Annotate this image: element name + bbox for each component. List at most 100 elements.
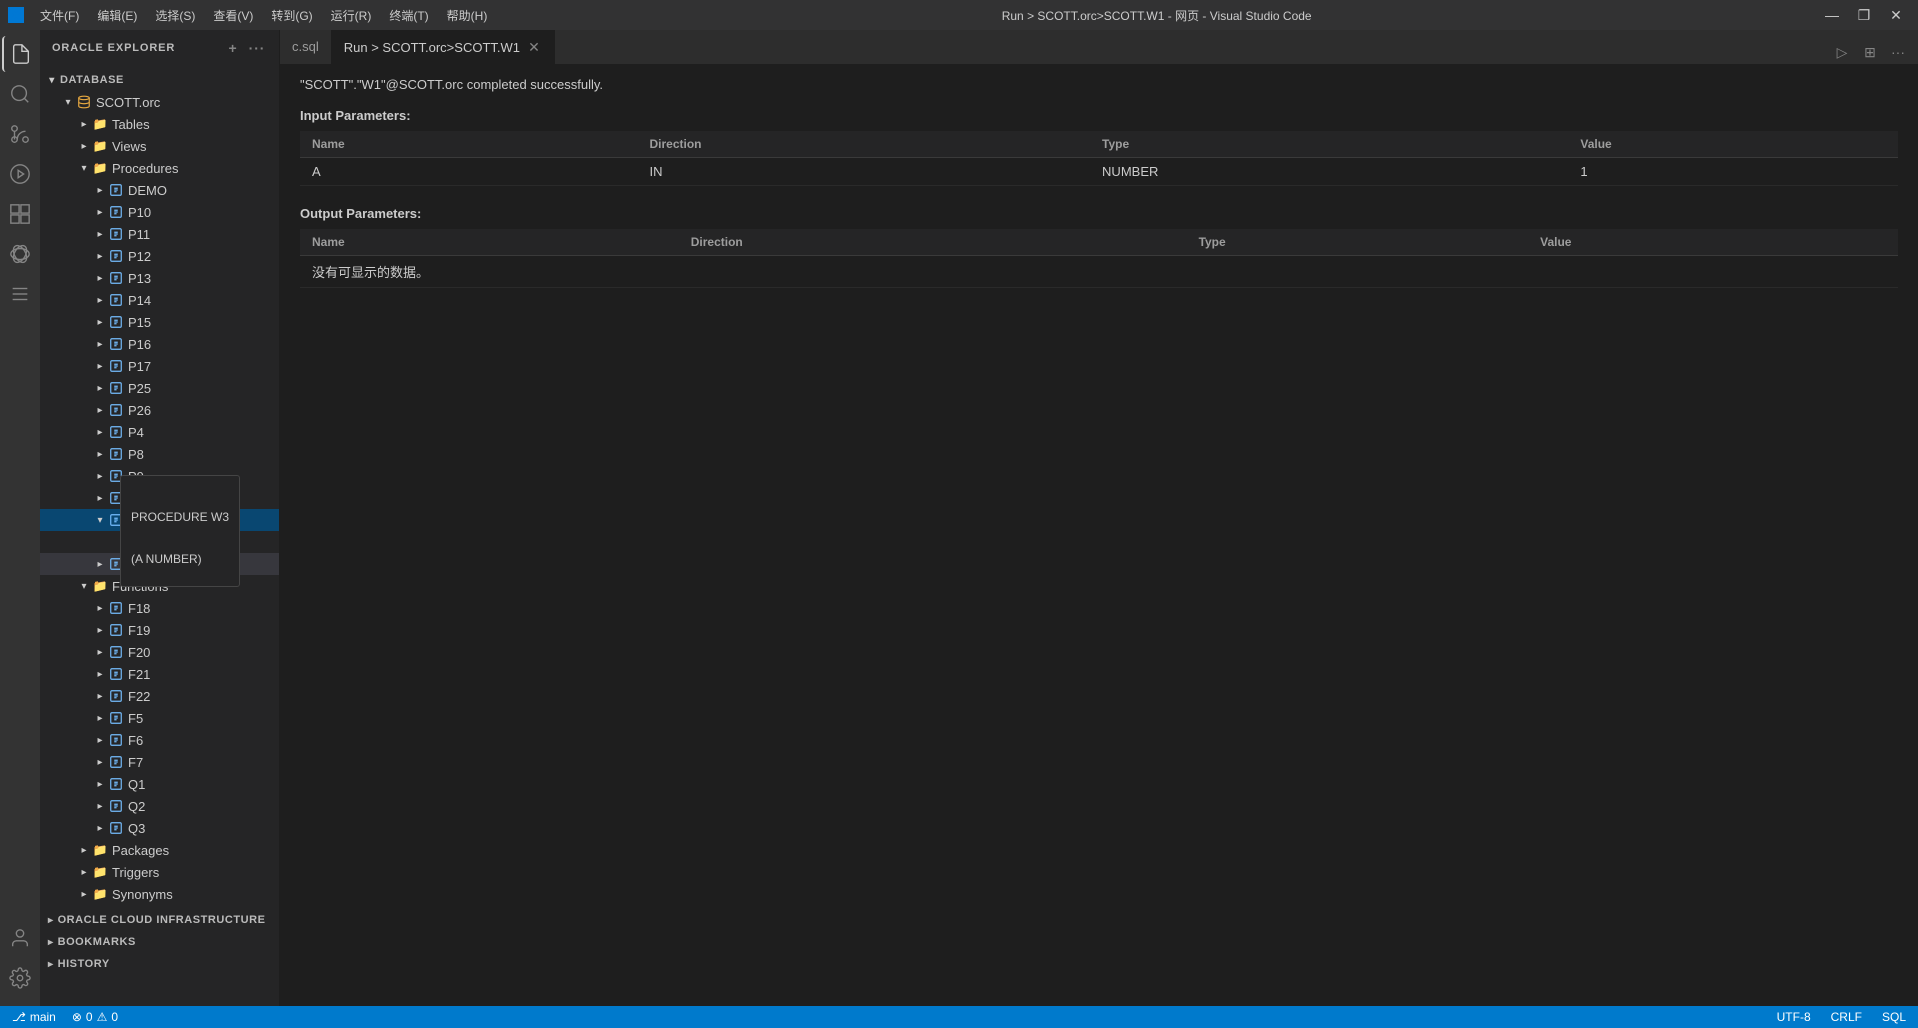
more-tab-actions-button[interactable]: ··· [1886, 40, 1910, 64]
tab-run-close[interactable]: ✕ [526, 39, 542, 55]
tree-item-procedures[interactable]: 📁 Procedures [40, 157, 279, 179]
debug-activity-btn[interactable] [2, 156, 38, 192]
tree-item-p15[interactable]: P15 [40, 311, 279, 333]
tree-item-p26[interactable]: P26 [40, 399, 279, 421]
func-icon [108, 754, 124, 770]
oracle-activity-btn[interactable] [2, 236, 38, 272]
tree-item-p4[interactable]: P4 [40, 421, 279, 443]
restore-button[interactable]: ❐ [1850, 5, 1878, 25]
tree-item-triggers[interactable]: 📁 Triggers [40, 861, 279, 883]
tree-item-p25[interactable]: P25 [40, 377, 279, 399]
language-label: SQL [1882, 1010, 1906, 1024]
oracle-cloud-section[interactable]: ▸ ORACLE CLOUD INFRASTRUCTURE [40, 909, 279, 931]
menu-view[interactable]: 查看(V) [205, 5, 261, 26]
menu-select[interactable]: 选择(S) [147, 5, 203, 26]
minimize-button[interactable]: — [1818, 5, 1846, 25]
tree-item-tables[interactable]: 📁 Tables [40, 113, 279, 135]
f5-chevron [92, 710, 108, 726]
folder-icon: 📁 [92, 842, 108, 858]
tree-item-f22[interactable]: F22 [40, 685, 279, 707]
account-activity-btn[interactable] [2, 920, 38, 956]
database-section-header[interactable]: DATABASE [40, 69, 279, 91]
input-row-0-value: 1 [1568, 158, 1898, 186]
tree-item-p9[interactable]: P9 [40, 465, 279, 487]
tree-item-scott[interactable]: SCOTT.orc [40, 91, 279, 113]
triggers-chevron [76, 864, 92, 880]
encoding-status[interactable]: UTF-8 [1773, 1006, 1815, 1028]
tree-item-synonyms[interactable]: 📁 Synonyms [40, 883, 279, 905]
tab-csql-label: c.sql [292, 39, 319, 54]
tree-item-q2[interactable]: Q2 [40, 795, 279, 817]
input-col-direction: Direction [637, 131, 1090, 158]
tree-item-f6[interactable]: F6 [40, 729, 279, 751]
tab-run[interactable]: Run > SCOTT.orc>SCOTT.W1 ✕ [332, 30, 555, 64]
tree-item-q1[interactable]: Q1 [40, 773, 279, 795]
bookmarks-section[interactable]: ▸ BOOKMARKS [40, 931, 279, 953]
tree-item-w2[interactable]: W2 [40, 509, 279, 531]
func-icon [108, 644, 124, 660]
tree-item-f21[interactable]: F21 [40, 663, 279, 685]
no-data-message: 没有可显示的数据。 [300, 256, 1898, 288]
menu-goto[interactable]: 转到(G) [263, 5, 320, 26]
tree-item-p16[interactable]: P16 [40, 333, 279, 355]
p14-chevron [92, 292, 108, 308]
tree-item-f7[interactable]: F7 [40, 751, 279, 773]
f20-label: F20 [128, 645, 271, 660]
output-col-direction: Direction [679, 229, 1187, 256]
warning-count: 0 [111, 1010, 118, 1024]
errors-status-item[interactable]: ⊗ 0 ⚠ 0 [68, 1006, 122, 1028]
tree-item-p14[interactable]: P14 [40, 289, 279, 311]
settings-activity-btn[interactable] [2, 960, 38, 996]
tree-item-p8[interactable]: P8 [40, 443, 279, 465]
sidebar-header-actions: + ··· [223, 38, 267, 58]
tree-item-p11[interactable]: P11 [40, 223, 279, 245]
source-control-activity-btn[interactable] [2, 116, 38, 152]
history-section[interactable]: ▸ HISTORY [40, 953, 279, 975]
p9-chevron [92, 468, 108, 484]
run-button[interactable]: ▷ [1830, 40, 1854, 64]
menu-file[interactable]: 文件(F) [32, 5, 87, 26]
git-status-item[interactable]: ⎇ main [8, 1006, 60, 1028]
language-status[interactable]: SQL [1878, 1006, 1910, 1028]
tree-item-f18[interactable]: F18 [40, 597, 279, 619]
proc-icon [108, 292, 124, 308]
more-options-button[interactable]: ··· [247, 38, 267, 58]
tree-item-functions[interactable]: 📁 Functions [40, 575, 279, 597]
menu-run[interactable]: 运行(R) [323, 5, 380, 26]
line-ending-status[interactable]: CRLF [1827, 1006, 1866, 1028]
functions-chevron [76, 578, 92, 594]
menu-help[interactable]: 帮助(H) [439, 5, 496, 26]
tree-item-demo[interactable]: DEMO [40, 179, 279, 201]
close-button[interactable]: ✕ [1882, 5, 1910, 25]
output-col-type: Type [1187, 229, 1529, 256]
tree-item-w3[interactable]: W3 [40, 553, 279, 575]
tab-csql[interactable]: c.sql [280, 30, 332, 64]
tree-item-w1[interactable]: W1 [40, 487, 279, 509]
split-editor-button[interactable]: ⊞ [1858, 40, 1882, 64]
history-label: HISTORY [58, 958, 110, 970]
tables-chevron [76, 116, 92, 132]
oracle-cloud-chevron: ▸ [48, 915, 54, 926]
add-connection-button[interactable]: + [223, 38, 243, 58]
bookmarks-label: BOOKMARKS [58, 936, 136, 948]
tree-item-p17[interactable]: P17 [40, 355, 279, 377]
tree-item-packages[interactable]: 📁 Packages [40, 839, 279, 861]
tree-item-views[interactable]: 📁 Views [40, 135, 279, 157]
tree-item-f20[interactable]: F20 [40, 641, 279, 663]
extensions-activity-btn[interactable] [2, 196, 38, 232]
list-activity-btn[interactable] [2, 276, 38, 312]
menu-edit[interactable]: 编辑(E) [89, 5, 145, 26]
search-activity-btn[interactable] [2, 76, 38, 112]
tree-item-p13[interactable]: P13 [40, 267, 279, 289]
explorer-activity-btn[interactable] [2, 36, 38, 72]
tree-item-w2-param[interactable]: A: NUMBER [40, 531, 279, 553]
tree-item-f19[interactable]: F19 [40, 619, 279, 641]
tree-item-f5[interactable]: F5 [40, 707, 279, 729]
menu-terminal[interactable]: 终端(T) [381, 5, 436, 26]
tree-item-p10[interactable]: P10 [40, 201, 279, 223]
tree-item-p12[interactable]: P12 [40, 245, 279, 267]
tree-item-q3[interactable]: Q3 [40, 817, 279, 839]
proc-icon [108, 402, 124, 418]
run-output: "SCOTT"."W1"@SCOTT.orc completed success… [280, 65, 1918, 1006]
input-section-title: Input Parameters: [300, 108, 1898, 123]
